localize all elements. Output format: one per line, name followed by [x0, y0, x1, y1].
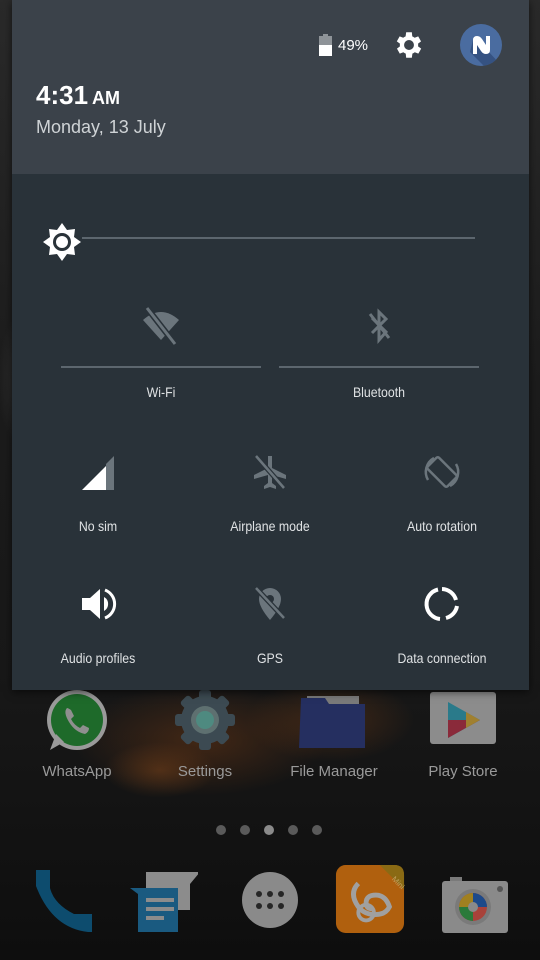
app-whatsapp[interactable]: WhatsApp	[22, 690, 132, 780]
tile-wifi[interactable]: Wi-Fi	[60, 306, 262, 400]
app-drawer-icon[interactable]	[235, 866, 305, 936]
app-label: File Manager	[290, 763, 378, 780]
rotation-icon	[424, 456, 460, 488]
tile-airplane-mode[interactable]: Airplane mode	[210, 452, 330, 534]
page-dot-active[interactable]	[264, 825, 274, 835]
tile-label: No sim	[78, 518, 118, 534]
clock[interactable]: 4:31 AM	[36, 80, 120, 111]
tile-label: Airplane mode	[230, 518, 310, 534]
bluetooth-divider	[279, 366, 479, 368]
app-file-manager[interactable]: File Manager	[279, 690, 389, 780]
wifi-off-icon	[143, 306, 179, 346]
quick-settings-panel: Wi-Fi Bluetooth No sim Airplane mode Aut…	[12, 174, 529, 690]
gps-off-icon	[254, 586, 286, 620]
tile-label: Audio profiles	[60, 650, 136, 666]
camera-icon[interactable]	[440, 870, 510, 940]
shade-header: 49% 4:31 AM Monday, 13 July	[12, 0, 529, 174]
tile-label: Bluetooth	[352, 384, 406, 400]
battery-icon	[319, 34, 332, 56]
speaker-icon	[82, 588, 117, 620]
tile-gps[interactable]: GPS	[210, 584, 330, 666]
page-dot[interactable]	[240, 825, 250, 835]
gear-icon[interactable]	[392, 28, 426, 62]
n-logo-avatar-icon	[470, 36, 500, 66]
whatsapp-icon	[47, 690, 107, 750]
wifi-divider	[61, 366, 261, 368]
app-label: Play Store	[428, 763, 498, 780]
messaging-icon[interactable]	[128, 868, 198, 938]
page-dot[interactable]	[288, 825, 298, 835]
clock-time: 4:31	[36, 80, 89, 110]
page-indicator	[216, 822, 336, 840]
tile-no-sim[interactable]: No sim	[38, 452, 158, 534]
page-dot[interactable]	[216, 825, 226, 835]
app-play-store[interactable]: Play Store	[408, 690, 518, 780]
tile-label: GPS	[256, 650, 284, 666]
data-connection-icon	[424, 587, 459, 621]
uc-browser-icon[interactable]: Mini	[335, 864, 405, 934]
tile-label: Wi-Fi	[146, 384, 176, 400]
app-label: WhatsApp	[42, 763, 112, 780]
page-dot[interactable]	[312, 825, 322, 835]
battery-percent: 49%	[338, 37, 369, 54]
airplane-off-icon	[254, 454, 286, 490]
tile-label: Auto rotation	[407, 518, 477, 534]
tile-label: Data connection	[397, 650, 487, 666]
brightness-slider[interactable]	[82, 237, 475, 239]
phone-icon[interactable]	[28, 866, 98, 936]
tile-bluetooth[interactable]: Bluetooth	[278, 306, 480, 400]
app-settings[interactable]: Settings	[150, 690, 260, 780]
play-store-icon	[430, 692, 496, 744]
app-label: Settings	[177, 763, 233, 780]
tile-data-connection[interactable]: Data connection	[382, 584, 502, 666]
brightness-icon[interactable]	[42, 222, 82, 262]
tile-auto-rotation[interactable]: Auto rotation	[382, 452, 502, 534]
folder-icon	[299, 696, 365, 748]
bluetooth-off-icon	[368, 308, 391, 344]
notification-shade: 49% 4:31 AM Monday, 13 July Wi-Fi Blueto…	[12, 0, 529, 690]
settings-app-icon	[175, 690, 235, 750]
clock-ampm: AM	[92, 88, 121, 108]
tile-audio-profiles[interactable]: Audio profiles	[38, 584, 158, 666]
user-avatar[interactable]	[460, 24, 502, 66]
signal-icon	[82, 456, 114, 490]
date[interactable]: Monday, 13 July	[36, 117, 166, 138]
